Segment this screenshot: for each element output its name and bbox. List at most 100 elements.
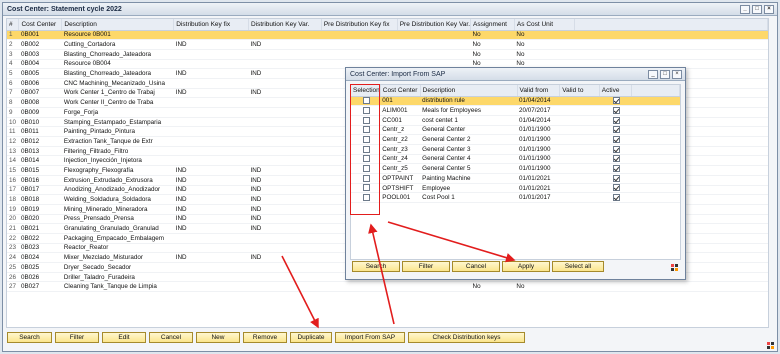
table-cell: POOL001 (380, 192, 421, 204)
active-checkbox[interactable] (613, 165, 621, 173)
cancel-button[interactable]: Cancel (149, 332, 193, 343)
column-header[interactable]: Distribution Key Var. (248, 19, 322, 31)
table-cell: Press_Prensado_Prensa (61, 214, 174, 225)
list-item[interactable]: Centr_z2 General Center 2 01/01/1900 (351, 134, 680, 145)
table-cell (248, 107, 322, 118)
table-cell: IND (173, 252, 249, 263)
table-cell: 0B026 (18, 272, 62, 283)
column-header[interactable]: As Cost Unit (514, 19, 575, 31)
list-item[interactable]: POOL001 Cost Pool 1 01/01/2017 (351, 192, 680, 204)
list-item[interactable]: OPTSHIFT Employee 01/01/2021 (351, 183, 680, 194)
row-number: 21 (7, 223, 19, 234)
active-checkbox[interactable] (613, 126, 621, 134)
table-cell: Stamping_Estampado_Estamparia (61, 117, 174, 128)
table-cell (173, 107, 249, 118)
table-cell: Dryer_Secado_Secador (61, 262, 174, 273)
dialog-filter-button[interactable]: Filter (402, 261, 450, 272)
maximize-icon[interactable]: □ (752, 5, 762, 14)
table-cell: No (514, 39, 575, 50)
column-header[interactable]: Distribution Key fix (173, 19, 249, 31)
table-cell: Cleaning Tank_Tanque de Limpia (61, 281, 174, 293)
table-row[interactable]: 2 0B002 Cutting_Cortadora IND IND No No (7, 39, 768, 50)
filter-button[interactable]: Filter (55, 332, 99, 343)
active-checkbox[interactable] (613, 174, 621, 182)
table-cell: 0B013 (18, 146, 62, 157)
table-cell (173, 155, 249, 167)
active-checkbox[interactable] (613, 194, 621, 202)
table-cell (321, 30, 398, 41)
column-header[interactable]: # (7, 19, 20, 31)
list-item[interactable]: CC001 cost centet 1 01/04/2014 (351, 115, 680, 126)
check-distribution-keys-button[interactable]: Check Distribution keys (408, 332, 525, 343)
list-item[interactable]: Centr_z General Center 01/01/1900 (351, 125, 680, 136)
table-cell-spacer (631, 192, 680, 204)
column-header[interactable]: Cost Center (380, 85, 421, 97)
search-button[interactable]: Search (7, 332, 52, 343)
table-row[interactable]: 3 0B003 Blasting_Chorreado_Jateadora No No (7, 49, 768, 60)
list-item[interactable]: Centr_z4 General Center 4 01/01/1900 (351, 154, 680, 165)
table-cell: Anodizing_Anodizado_Anodizador (61, 185, 174, 196)
list-item[interactable]: 001 distribution rule 01/04/2014 (351, 96, 680, 107)
table-cell: Filtering_Filtrado_Filtro (61, 146, 174, 157)
active-checkbox[interactable] (613, 145, 621, 153)
edit-button[interactable]: Edit (102, 332, 146, 343)
row-number: 26 (7, 272, 19, 283)
remove-button[interactable]: Remove (243, 332, 287, 343)
import-from-sap-button[interactable]: Import From SAP (335, 332, 405, 343)
table-cell (559, 183, 600, 194)
column-header[interactable]: Description (420, 85, 518, 97)
minimize-icon[interactable]: _ (740, 5, 750, 14)
list-item[interactable]: ALIM001 Meals for Employees 20/07/2017 (351, 105, 680, 116)
row-number: 7 (7, 88, 19, 99)
table-cell (321, 281, 398, 293)
active-cell (599, 183, 632, 194)
active-checkbox[interactable] (613, 97, 621, 105)
active-checkbox[interactable] (613, 116, 621, 124)
sap-logo-icon (767, 342, 775, 350)
table-cell (173, 136, 249, 147)
active-checkbox[interactable] (613, 155, 621, 163)
list-item[interactable]: Centr_z5 General Center 5 01/01/1900 (351, 163, 680, 174)
active-checkbox[interactable] (613, 136, 621, 143)
table-row[interactable]: 27 0B027 Cleaning Tank_Tanque de Limpia No N… (7, 281, 768, 293)
list-item[interactable]: Centr_z3 General Center 3 01/01/1900 (351, 144, 680, 155)
table-cell: OPTSHIFT (380, 183, 421, 194)
table-row[interactable]: 1 0B001 Resource 0B001 No No (7, 30, 768, 41)
new-button[interactable]: New (196, 332, 240, 343)
dialog-cancel-button[interactable]: Cancel (452, 261, 500, 272)
minimize-icon[interactable]: _ (648, 70, 658, 79)
import-table: Selection Cost Center Description Valid fro… (351, 85, 680, 204)
table-cell: Centr_z3 (380, 144, 421, 155)
table-cell-spacer (574, 39, 768, 50)
apply-button[interactable]: Apply (502, 261, 550, 272)
close-icon[interactable]: × (672, 70, 682, 79)
table-cell-spacer (631, 183, 680, 194)
column-header[interactable]: Valid from (517, 85, 561, 97)
main-title: Cost Center: Statement cycle 2022 (7, 6, 122, 13)
table-cell: IND (173, 175, 249, 186)
table-cell: Granulating_Granulado_Granulad (61, 223, 174, 234)
table-cell (173, 78, 249, 89)
active-cell (599, 192, 632, 204)
column-header[interactable]: Active (599, 85, 633, 97)
row-number: 6 (7, 78, 19, 89)
active-checkbox[interactable] (613, 184, 621, 192)
column-header[interactable]: Description (61, 19, 175, 31)
maximize-icon[interactable]: □ (660, 70, 670, 79)
list-item[interactable]: OPTPAINT Painting Machine 01/01/2021 (351, 173, 680, 184)
table-cell: CNC Machining_Mecanizado_Usina (61, 78, 174, 89)
active-checkbox[interactable] (613, 106, 621, 114)
close-icon[interactable]: × (764, 5, 774, 14)
column-header[interactable]: Cost Center (18, 19, 63, 31)
row-number: 2 (7, 39, 19, 50)
duplicate-button[interactable]: Duplicate (290, 332, 332, 343)
table-cell: No (470, 281, 515, 293)
column-header[interactable]: Pre Distribution Key Var. (397, 19, 472, 31)
column-header[interactable]: Assignment (470, 19, 515, 31)
select-all-button[interactable]: Select all (552, 261, 604, 272)
column-header[interactable]: Valid to (559, 85, 600, 97)
table-cell (173, 233, 249, 244)
column-header[interactable]: Pre Distribution Key fix (321, 19, 398, 31)
dialog-search-button[interactable]: Search (352, 261, 400, 272)
table-cell: Painting_Pintado_Pintura (61, 126, 174, 138)
